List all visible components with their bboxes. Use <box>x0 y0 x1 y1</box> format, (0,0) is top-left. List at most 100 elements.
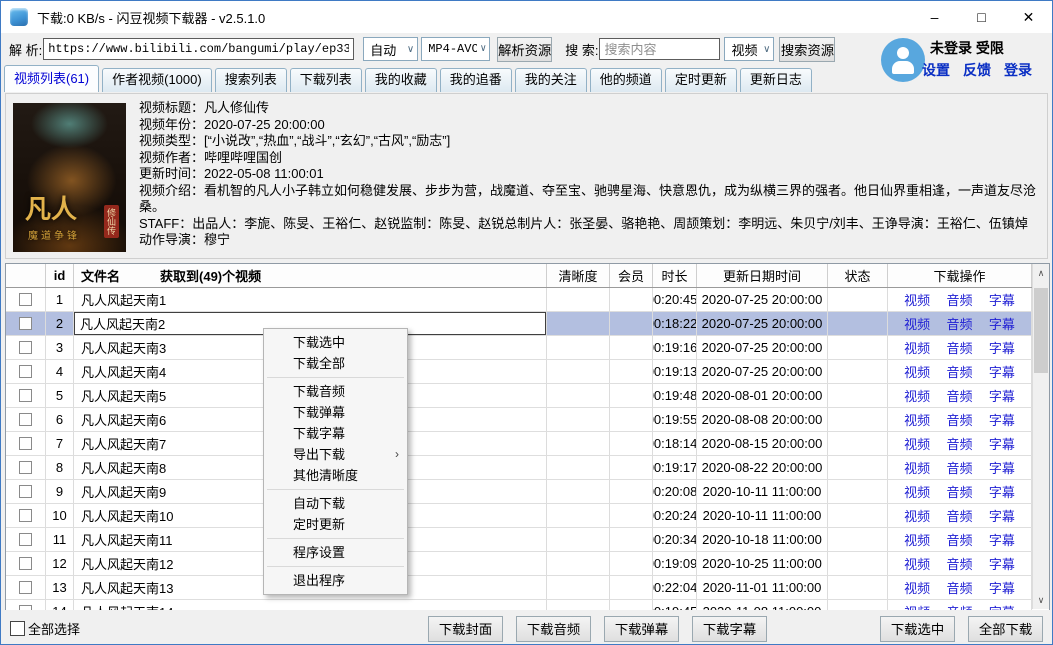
table-row[interactable]: 2 00:18:22 2020-07-25 20:00:00 视频 音频 字幕 <box>6 312 1049 336</box>
row-checkbox[interactable] <box>19 413 32 426</box>
row-checkbox[interactable] <box>19 581 32 594</box>
download-audio-link[interactable]: 音频 <box>946 578 972 597</box>
parse-button[interactable]: 解析资源 <box>497 37 552 62</box>
row-checkbox[interactable] <box>19 389 32 402</box>
user-avatar-icon[interactable] <box>881 38 925 82</box>
tab[interactable]: 我的关注 <box>515 68 587 92</box>
context-menu-item[interactable]: 下载字幕 <box>264 423 407 444</box>
download-audio-link[interactable]: 音频 <box>946 506 972 525</box>
context-menu-item[interactable]: 其他清晰度 <box>264 465 407 486</box>
download-audio-link[interactable]: 音频 <box>946 338 972 357</box>
download-subtitle-link[interactable]: 字幕 <box>989 530 1015 549</box>
search-input[interactable] <box>599 38 720 60</box>
context-menu-item[interactable]: 退出程序 <box>264 570 407 591</box>
select-all-checkbox[interactable] <box>10 621 25 636</box>
minimize-button[interactable]: – <box>911 1 958 33</box>
table-row[interactable]: 14 凡人风起天南14 00:19:45 2020-11-08 11:00:00… <box>6 600 1049 610</box>
download-subtitle-link[interactable]: 字幕 <box>989 602 1015 610</box>
footer-button[interactable]: 下载字幕 <box>692 616 767 642</box>
download-subtitle-link[interactable]: 字幕 <box>989 458 1015 477</box>
download-video-link[interactable]: 视频 <box>904 602 930 610</box>
context-menu-item[interactable]: 自动下载 <box>264 493 407 514</box>
row-checkbox[interactable] <box>19 461 32 474</box>
row-checkbox[interactable] <box>19 437 32 450</box>
scroll-down-icon[interactable]: ∨ <box>1033 592 1049 608</box>
footer-button[interactable]: 下载封面 <box>428 616 503 642</box>
search-type-select[interactable]: 视频 ∨ <box>724 37 774 61</box>
download-subtitle-link[interactable]: 字幕 <box>989 578 1015 597</box>
download-subtitle-link[interactable]: 字幕 <box>989 434 1015 453</box>
row-checkbox[interactable] <box>19 533 32 546</box>
table-row[interactable]: 11 凡人风起天南11 00:20:34 2020-10-18 11:00:00… <box>6 528 1049 552</box>
context-menu-item[interactable]: 下载全部 <box>264 353 407 374</box>
footer-button[interactable]: 下载音频 <box>516 616 591 642</box>
vertical-scrollbar[interactable]: ∧ ∨ <box>1032 264 1049 609</box>
download-audio-link[interactable]: 音频 <box>946 482 972 501</box>
tab[interactable]: 搜索列表 <box>215 68 287 92</box>
download-subtitle-link[interactable]: 字幕 <box>989 554 1015 573</box>
download-video-link[interactable]: 视频 <box>904 482 930 501</box>
scrollbar-thumb[interactable] <box>1034 288 1048 373</box>
download-video-link[interactable]: 视频 <box>904 458 930 477</box>
download-video-link[interactable]: 视频 <box>904 362 930 381</box>
row-checkbox[interactable] <box>19 341 32 354</box>
tab[interactable]: 定时更新 <box>665 68 737 92</box>
download-subtitle-link[interactable]: 字幕 <box>989 506 1015 525</box>
download-video-link[interactable]: 视频 <box>904 530 930 549</box>
tab[interactable]: 我的追番 <box>440 68 512 92</box>
table-row[interactable]: 1 凡人风起天南1 00:20:45 2020-07-25 20:00:00 视… <box>6 288 1049 312</box>
download-video-link[interactable]: 视频 <box>904 554 930 573</box>
row-checkbox[interactable] <box>19 365 32 378</box>
download-audio-link[interactable]: 音频 <box>946 362 972 381</box>
mode-select[interactable]: 自动 ∨ <box>363 37 418 61</box>
download-audio-link[interactable]: 音频 <box>946 386 972 405</box>
row-checkbox[interactable] <box>19 605 32 610</box>
download-audio-link[interactable]: 音频 <box>946 554 972 573</box>
download-video-link[interactable]: 视频 <box>904 578 930 597</box>
download-audio-link[interactable]: 音频 <box>946 434 972 453</box>
download-audio-link[interactable]: 音频 <box>946 314 972 333</box>
download-video-link[interactable]: 视频 <box>904 386 930 405</box>
download-audio-link[interactable]: 音频 <box>946 530 972 549</box>
table-row[interactable]: 10 凡人风起天南10 00:20:24 2020-10-11 11:00:00… <box>6 504 1049 528</box>
download-subtitle-link[interactable]: 字幕 <box>989 338 1015 357</box>
download-subtitle-link[interactable]: 字幕 <box>989 362 1015 381</box>
download-subtitle-link[interactable]: 字幕 <box>989 290 1015 309</box>
context-menu-item[interactable]: 下载选中 <box>264 332 407 353</box>
download-subtitle-link[interactable]: 字幕 <box>989 314 1015 333</box>
url-input[interactable] <box>43 38 354 60</box>
row-checkbox[interactable] <box>19 485 32 498</box>
context-menu-item[interactable]: 导出下载 › <box>264 444 407 465</box>
row-checkbox[interactable] <box>19 557 32 570</box>
tab[interactable]: 更新日志 <box>740 68 812 92</box>
table-row[interactable]: 12 凡人风起天南12 00:19:09 2020-10-25 11:00:00… <box>6 552 1049 576</box>
row-checkbox[interactable] <box>19 509 32 522</box>
context-menu-item[interactable]: 定时更新 <box>264 514 407 535</box>
table-row[interactable]: 9 凡人风起天南9 00:20:08 2020-10-11 11:00:00 视… <box>6 480 1049 504</box>
search-resource-button[interactable]: 搜索资源 <box>779 37 835 62</box>
download-subtitle-link[interactable]: 字幕 <box>989 386 1015 405</box>
row-checkbox[interactable] <box>19 293 32 306</box>
download-video-link[interactable]: 视频 <box>904 410 930 429</box>
download-subtitle-link[interactable]: 字幕 <box>989 410 1015 429</box>
download-subtitle-link[interactable]: 字幕 <box>989 482 1015 501</box>
account-link[interactable]: 设置 <box>922 60 950 80</box>
close-button[interactable]: ✕ <box>1005 1 1052 33</box>
table-row[interactable]: 3 凡人风起天南3 00:19:16 2020-07-25 20:00:00 视… <box>6 336 1049 360</box>
download-audio-link[interactable]: 音频 <box>946 602 972 610</box>
footer-button[interactable]: 下载选中 <box>880 616 955 642</box>
scroll-up-icon[interactable]: ∧ <box>1033 265 1049 281</box>
table-row[interactable]: 13 凡人风起天南13 00:22:04 2020-11-01 11:00:00… <box>6 576 1049 600</box>
download-video-link[interactable]: 视频 <box>904 506 930 525</box>
tab[interactable]: 他的频道 <box>590 68 662 92</box>
download-video-link[interactable]: 视频 <box>904 314 930 333</box>
table-row[interactable]: 8 凡人风起天南8 00:19:17 2020-08-22 20:00:00 视… <box>6 456 1049 480</box>
table-row[interactable]: 6 凡人风起天南6 00:19:55 2020-08-08 20:00:00 视… <box>6 408 1049 432</box>
footer-button[interactable]: 下载弹幕 <box>604 616 679 642</box>
download-video-link[interactable]: 视频 <box>904 338 930 357</box>
context-menu-item[interactable]: 程序设置 <box>264 542 407 563</box>
maximize-button[interactable]: □ <box>958 1 1005 33</box>
download-video-link[interactable]: 视频 <box>904 290 930 309</box>
table-row[interactable]: 4 凡人风起天南4 00:19:13 2020-07-25 20:00:00 视… <box>6 360 1049 384</box>
tab[interactable]: 视频列表(61) <box>4 65 99 92</box>
